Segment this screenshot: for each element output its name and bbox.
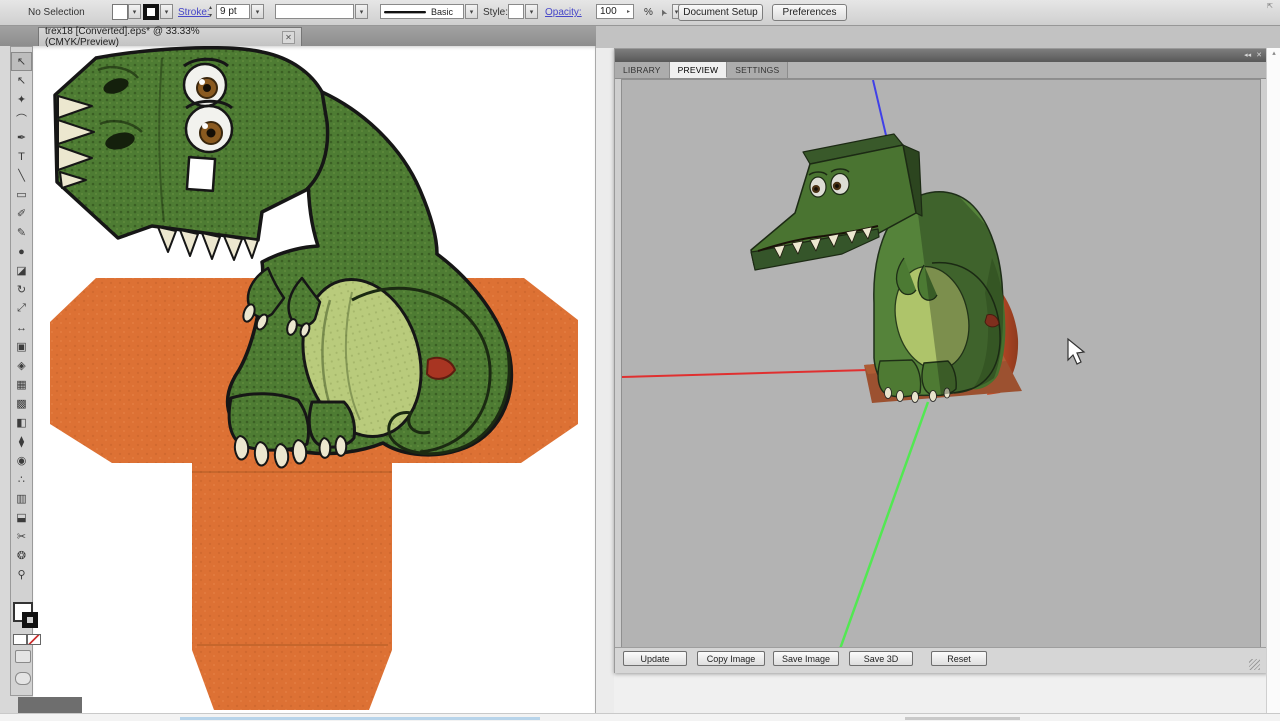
stroke-weight-dropdown[interactable]: ▾ xyxy=(251,4,264,19)
stroke-color-swatch[interactable] xyxy=(143,4,159,20)
stroke-link[interactable]: Stroke: xyxy=(178,0,210,25)
document-close-icon[interactable]: ✕ xyxy=(282,31,295,44)
save-3d-button[interactable]: Save 3D xyxy=(849,651,913,666)
preferences-button[interactable]: Preferences xyxy=(772,4,847,21)
preview-3d-viewport[interactable] xyxy=(621,79,1261,666)
brush-definition-dropdown[interactable]: ▾ xyxy=(355,4,368,19)
rotate-tool[interactable]: ↻ xyxy=(11,280,32,299)
reset-button[interactable]: Reset xyxy=(931,651,987,666)
document-setup-button[interactable]: Document Setup xyxy=(678,4,763,21)
mouse-cursor xyxy=(1068,339,1084,364)
stepper-up-icon[interactable]: ▴ xyxy=(209,5,212,11)
lasso-tool[interactable]: ⌒ xyxy=(11,109,32,128)
brush-definition-field[interactable] xyxy=(275,4,354,19)
hand-tool[interactable]: ❂ xyxy=(11,546,32,565)
opacity-field[interactable]: 100 ▸ xyxy=(596,4,634,19)
tools-panel: ↖↖✦⌒✒T╲▭✐✎●◪↻⤢↔▣◈▦▩◧⧫◉∴▥⬓✂❂⚲ xyxy=(10,46,33,696)
paintbrush-tool[interactable]: ✐ xyxy=(11,204,32,223)
stroke-style-field[interactable]: Basic xyxy=(380,4,464,19)
selection-tool[interactable]: ↖ xyxy=(11,52,32,71)
graphic-style-dropdown[interactable]: ▾ xyxy=(525,4,538,19)
style-label: Style: xyxy=(483,0,508,25)
gradient-tool[interactable]: ◧ xyxy=(11,413,32,432)
dock-background xyxy=(596,26,1280,48)
slice-tool[interactable]: ✂ xyxy=(11,527,32,546)
eyedropper-tool[interactable]: ⧫ xyxy=(11,432,32,451)
rectangle-tool[interactable]: ▭ xyxy=(11,185,32,204)
scrollbar-up-icon[interactable]: ▴ xyxy=(1267,48,1280,60)
save-image-button[interactable]: Save Image xyxy=(773,651,839,666)
width-tool[interactable]: ↔ xyxy=(11,318,32,337)
papercraft-template-artwork xyxy=(33,46,595,714)
panel-titlebar[interactable]: ◂◂ ✕ xyxy=(615,49,1267,62)
blob-brush-tool[interactable]: ● xyxy=(11,242,32,261)
model-3d xyxy=(751,134,1022,403)
axis-y-green xyxy=(840,402,928,649)
fill-color-swatch[interactable] xyxy=(112,4,128,20)
none-color-button[interactable] xyxy=(27,634,41,645)
line-segment-tool[interactable]: ╲ xyxy=(11,166,32,185)
graphic-style-field[interactable] xyxy=(508,4,524,19)
magic-wand-tool[interactable]: ✦ xyxy=(11,90,32,109)
shape-builder-tool[interactable]: ◈ xyxy=(11,356,32,375)
column-graph-tool[interactable]: ▥ xyxy=(11,489,32,508)
document-tab[interactable]: trex18 [Converted].eps* @ 33.33% (CMYK/P… xyxy=(38,27,302,46)
opacity-value: 100 xyxy=(600,6,617,17)
fill-color-dropdown[interactable]: ▾ xyxy=(128,4,141,19)
color-mode-button[interactable] xyxy=(13,634,27,645)
trex-head-art xyxy=(55,48,328,260)
panel-footer: Update Copy Image Save Image Save 3D Res… xyxy=(615,647,1267,673)
tab-settings[interactable]: SETTINGS xyxy=(727,62,788,78)
pen-tool[interactable]: ✒ xyxy=(11,128,32,147)
panel-collapse-icon[interactable]: ◂◂ xyxy=(1244,49,1251,62)
blend-tool[interactable]: ◉ xyxy=(11,451,32,470)
stroke-color-dropdown[interactable]: ▾ xyxy=(160,4,173,19)
dock-lower-background xyxy=(596,673,1280,714)
document-tab-title: trex18 [Converted].eps* @ 33.33% (CMYK/P… xyxy=(45,26,276,48)
opacity-spinner-icon[interactable]: ▸ xyxy=(627,8,630,15)
perspective-grid-tool[interactable]: ▦ xyxy=(11,375,32,394)
mesh-tool[interactable]: ▩ xyxy=(11,394,32,413)
panel-close-icon[interactable]: ✕ xyxy=(1256,49,1262,62)
copy-image-button[interactable]: Copy Image xyxy=(697,651,765,666)
artboard-tool[interactable]: ⬓ xyxy=(11,508,32,527)
type-tool[interactable]: T xyxy=(11,147,32,166)
stroke-style-value: Basic xyxy=(431,7,453,17)
update-button[interactable]: Update xyxy=(623,651,687,666)
drawing-mode-button[interactable] xyxy=(15,650,31,663)
free-transform-tool[interactable]: ▣ xyxy=(11,337,32,356)
tab-library[interactable]: LIBRARY xyxy=(615,62,670,78)
panel-resize-grip[interactable] xyxy=(1249,659,1260,670)
toolbar-tools: ↖↖✦⌒✒T╲▭✐✎●◪↻⤢↔▣◈▦▩◧⧫◉∴▥⬓✂❂⚲ xyxy=(11,47,32,584)
preview-3d-render xyxy=(622,80,1260,665)
pasteboard-gap xyxy=(596,46,614,720)
tab-preview[interactable]: PREVIEW xyxy=(670,62,728,78)
axis-x-red xyxy=(622,370,868,377)
opacity-link[interactable]: Opacity: xyxy=(545,0,582,25)
stroke-weight-stepper[interactable]: ▴ ▾ xyxy=(206,4,215,20)
stroke-preview-line xyxy=(384,10,426,14)
dock-scrollbar[interactable]: ▴ xyxy=(1266,48,1280,720)
stepper-down-icon[interactable]: ▾ xyxy=(209,13,212,19)
stroke-weight-field[interactable]: 9 pt xyxy=(216,4,250,19)
panel-tab-bar: LIBRARY PREVIEW SETTINGS xyxy=(615,62,1267,79)
eraser-tool[interactable]: ◪ xyxy=(11,261,32,280)
workspace-corner-icon[interactable]: ⇱ xyxy=(1267,2,1278,12)
direct-selection-tool[interactable]: ↖ xyxy=(11,71,32,90)
artboard-canvas[interactable] xyxy=(33,46,596,714)
stroke-proxy-swatch[interactable] xyxy=(22,612,38,628)
stroke-style-dropdown[interactable]: ▾ xyxy=(465,4,478,19)
screen-mode-button[interactable] xyxy=(15,672,31,685)
zoom-tool[interactable]: ⚲ xyxy=(11,565,32,584)
pencil-tool[interactable]: ✎ xyxy=(11,223,32,242)
selection-status: No Selection xyxy=(28,0,85,25)
control-bar: No Selection ▾ ▾ Stroke: ▴ ▾ 9 pt ▾ ▾ Ba… xyxy=(0,0,1280,26)
scale-tool[interactable]: ⤢ xyxy=(11,299,32,318)
plugin-panel: ◂◂ ✕ LIBRARY PREVIEW SETTINGS xyxy=(614,48,1268,673)
symbol-sprayer-tool[interactable]: ∴ xyxy=(11,470,32,489)
percent-label: % xyxy=(644,0,653,25)
